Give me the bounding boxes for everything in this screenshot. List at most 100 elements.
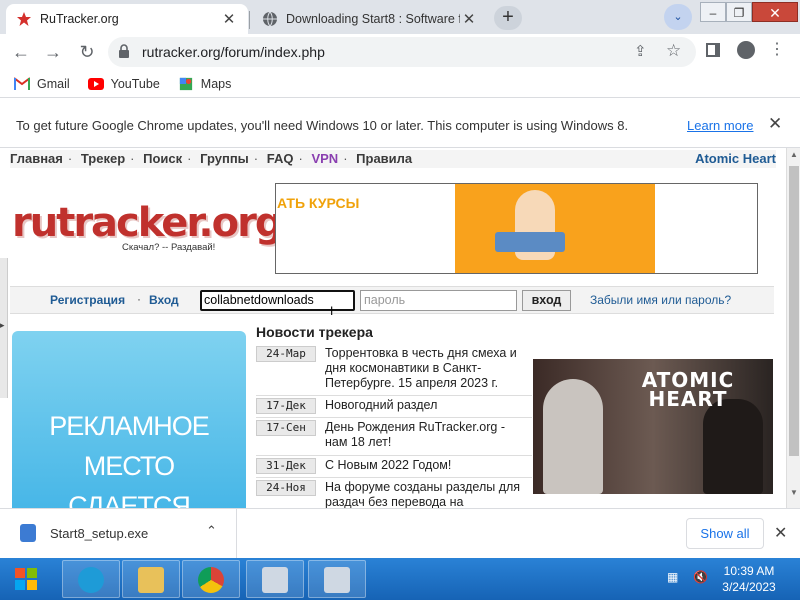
login-link[interactable]: Вход <box>149 293 179 307</box>
news-text[interactable]: День Рождения RuTracker.org - нам 18 лет… <box>325 420 530 450</box>
infobar-message: To get future Google Chrome updates, you… <box>16 118 629 133</box>
youtube-icon <box>87 77 104 90</box>
news-item[interactable]: 17-Сен День Рождения RuTracker.org - нам… <box>256 418 532 456</box>
globe-icon <box>263 11 277 27</box>
banner-illustration <box>455 184 655 273</box>
maximize-button[interactable]: ❐ <box>726 2 752 22</box>
nav-search[interactable]: Поиск <box>143 151 182 166</box>
download-shelf: Start8_setup.exe ⌃ Show all ✕ <box>0 508 800 559</box>
maps-icon <box>179 77 192 90</box>
windows-taskbar <box>0 558 800 600</box>
reload-button[interactable]: ↻ <box>74 40 100 66</box>
login-submit-button[interactable]: вход <box>522 290 571 311</box>
scrollbar-thumb[interactable] <box>789 166 799 456</box>
banner-headline: АТЬ КУРСЫ <box>277 195 360 211</box>
taskbar-setup-2[interactable] <box>308 560 366 598</box>
tab-close-icon[interactable]: ✕ <box>220 10 238 28</box>
chrome-icon <box>198 567 224 593</box>
download-filename[interactable]: Start8_setup.exe <box>50 526 148 541</box>
nav-vpn[interactable]: VPN <box>311 151 338 166</box>
atomic-heart-banner[interactable]: ATOMIC HEART <box>533 359 773 494</box>
address-bar[interactable]: rutracker.org/forum/index.php ⇪ ☆ <box>108 37 696 67</box>
logo-text: rutracker.org <box>12 200 283 246</box>
show-all-button[interactable]: Show all <box>686 518 764 549</box>
logo-slogan: Скачал? -- Раздавай! <box>122 242 216 253</box>
menu-dots-icon[interactable]: ⋮ <box>768 40 786 60</box>
news-text[interactable]: С Новым 2022 Годом! <box>325 458 530 473</box>
news-date: 17-Сен <box>256 420 316 436</box>
site-logo[interactable]: rutracker.org Скачал? -- Раздавай! <box>12 200 283 260</box>
infobar-close-icon[interactable]: ✕ <box>768 114 782 134</box>
nav-atomic-heart[interactable]: Atomic Heart <box>695 150 776 168</box>
ad-line: СДАЕТСЯ <box>68 491 191 508</box>
update-infobar: To get future Google Chrome updates, you… <box>0 98 800 148</box>
chevron-up-icon[interactable]: ⌃ <box>206 523 217 539</box>
nav-tracker[interactable]: Трекер <box>81 151 125 166</box>
shelf-close-icon[interactable]: ✕ <box>774 523 787 543</box>
bookmarks-bar: Gmail YouTube Maps <box>0 70 800 98</box>
new-tab-button[interactable]: + <box>494 6 522 30</box>
news-item[interactable]: 31-Дек С Новым 2022 Годом! <box>256 456 532 478</box>
windows-start-icon[interactable] <box>6 562 46 596</box>
forgot-password-link[interactable]: Забыли имя или пароль? <box>590 293 731 307</box>
taskbar-ie[interactable] <box>62 560 120 598</box>
news-text[interactable]: Новогодний раздел <box>325 398 530 413</box>
page-scrollbar[interactable]: ▲ ▼ <box>786 148 800 508</box>
news-item[interactable]: 17-Дек Новогодний раздел <box>256 396 532 418</box>
taskbar-chrome[interactable] <box>182 560 240 598</box>
share-icon[interactable]: ⇪ <box>634 42 647 60</box>
internet-explorer-icon <box>78 567 104 593</box>
password-input[interactable]: пароль <box>360 290 517 311</box>
register-link[interactable]: Регистрация <box>50 293 125 307</box>
clock-time: 10:39 AM <box>723 564 775 578</box>
learn-more-link[interactable]: Learn more <box>687 118 753 133</box>
news-item[interactable]: 24-Мар Торрентовка в честь дня смеха и д… <box>256 344 532 396</box>
login-bar: Регистрация · Вход collabnetdownloads па… <box>10 286 774 314</box>
tab-rutracker[interactable]: RuTracker.org ✕ <box>6 4 248 34</box>
lock-icon <box>119 44 129 58</box>
nav-home[interactable]: Главная <box>10 151 63 166</box>
bookmark-youtube[interactable]: YouTube <box>87 76 160 91</box>
network-icon[interactable]: ▦ <box>667 570 678 584</box>
chevron-right-icon[interactable]: ▸ <box>0 320 5 331</box>
web-page: Главная · Трекер · Поиск · Группы · FAQ · VPN… <box>0 148 786 508</box>
news-date: 31-Дек <box>256 458 316 474</box>
side-panel-icon[interactable] <box>706 43 720 57</box>
tab-title: RuTracker.org <box>40 12 119 26</box>
ad-space-block[interactable]: РЕКЛАМНОЕ МЕСТО СДАЕТСЯ <box>12 331 246 508</box>
system-clock[interactable]: 10:39 AM 3/24/2023 <box>714 563 784 595</box>
scroll-down-icon[interactable]: ▼ <box>790 488 798 497</box>
scroll-up-icon[interactable]: ▲ <box>790 150 798 159</box>
window-close-button[interactable]: ✕ <box>752 2 798 22</box>
bookmark-maps[interactable]: Maps <box>178 77 231 91</box>
volume-muted-icon[interactable]: 🔇 <box>693 570 708 584</box>
minimize-button[interactable]: – <box>700 2 726 22</box>
bookmark-star-icon[interactable]: ☆ <box>666 41 681 61</box>
installer-icon <box>262 567 288 593</box>
back-button[interactable]: ← <box>8 40 34 66</box>
news-item[interactable]: 24-Ноя На форуме созданы разделы для раз… <box>256 478 532 508</box>
url-text: rutracker.org/forum/index.php <box>142 44 325 60</box>
installer-file-icon <box>20 524 36 542</box>
bookmark-label: YouTube <box>110 76 160 91</box>
game-title-line: HEART <box>648 387 728 411</box>
tab-strip: RuTracker.org ✕ Downloading Start8 : Sof… <box>0 0 800 34</box>
profile-avatar-icon[interactable] <box>737 41 755 59</box>
ad-banner-courses[interactable]: АТЬ КУРСЫ <box>275 183 758 274</box>
nav-faq[interactable]: FAQ <box>267 151 294 166</box>
news-text[interactable]: На форуме созданы разделы для раздач без… <box>325 480 530 508</box>
tab-close-icon[interactable]: ✕ <box>460 10 478 28</box>
taskbar-setup-1[interactable] <box>246 560 304 598</box>
bookmark-gmail[interactable]: Gmail <box>14 77 70 91</box>
nav-groups[interactable]: Группы <box>200 151 249 166</box>
ad-line: МЕСТО <box>83 451 175 481</box>
taskbar-explorer[interactable] <box>122 560 180 598</box>
forward-button[interactable]: → <box>40 40 66 66</box>
rutracker-favicon-icon <box>17 12 31 26</box>
news-text[interactable]: Торрентовка в честь дня смеха и дня косм… <box>325 346 530 391</box>
nav-rules[interactable]: Правила <box>356 151 412 166</box>
tab-start8[interactable]: Downloading Start8 : Software fr ✕ <box>252 4 488 34</box>
tab-search-button[interactable]: ⌄ <box>664 4 692 30</box>
bookmark-label: Gmail <box>37 76 70 91</box>
text-cursor-icon: I <box>330 304 334 318</box>
